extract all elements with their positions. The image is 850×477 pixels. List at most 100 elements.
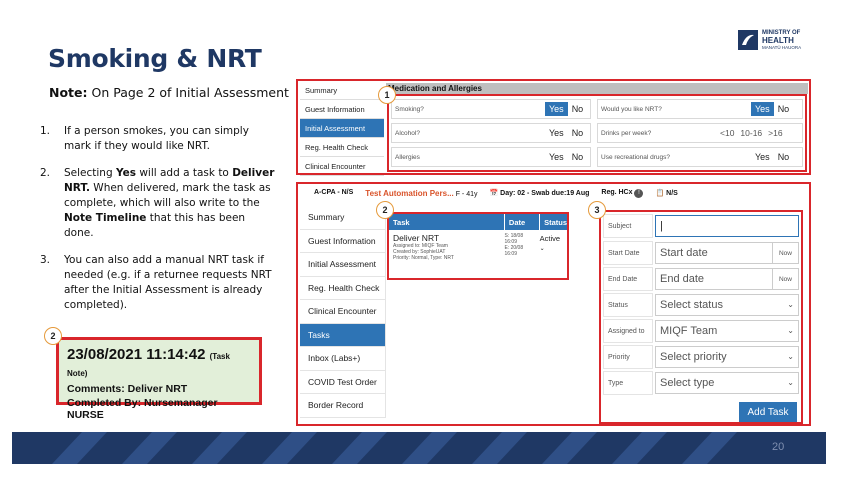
instruction-item: 2. Selecting Yes will add a task to Deliv… (40, 166, 276, 241)
initial-assessment-panel: Summary Guest Information Initial Assessme… (296, 79, 811, 176)
start-date-placeholder: Start date (660, 247, 708, 259)
no-button[interactable]: No (568, 126, 588, 140)
col-status[interactable]: Status (539, 214, 567, 230)
tasks-table-header: Task Date Status (389, 214, 567, 230)
instruction-text-part: Selecting (64, 167, 116, 179)
day-info: 📅 Day: 02 - Swab due:19 Aug (490, 189, 590, 198)
priority-row: Priority Select priority ⌄ (603, 345, 799, 369)
callout-badge-1: 1 (378, 86, 396, 104)
patient-name-text: Test Automation Pers... (365, 189, 454, 198)
top-nav-item[interactable]: Clinical Encounter (300, 157, 384, 176)
yes-button[interactable]: Yes (751, 102, 774, 116)
bottom-nav-item[interactable]: Reg. Health Check (300, 276, 386, 300)
bottom-nav-item[interactable]: Initial Assessment (300, 253, 386, 277)
patient-info: F - 41y (455, 191, 478, 198)
option-group: <10 10-16 >16 (717, 123, 786, 143)
col-task[interactable]: Task (389, 214, 504, 230)
status-dropdown[interactable]: Active ⌄ (540, 230, 567, 276)
bottom-nav-item[interactable]: COVID Test Order (300, 370, 386, 394)
bottom-nav-item[interactable]: Guest Information (300, 229, 386, 253)
type-select-value: Select type (660, 377, 715, 389)
instruction-number: 3. (40, 254, 51, 266)
task-note-box: 23/08/2021 11:14:42 (Task Note) Comments… (56, 337, 262, 421)
patient-id: A-CPA - N/S (314, 189, 354, 196)
end-time-text: 16:09 (504, 251, 517, 257)
instruction-text-part: When delivered, mark the task as complet… (64, 182, 271, 209)
top-nav-item[interactable]: Initial Assessment (300, 119, 384, 138)
bottom-nav-item[interactable]: Border Record (300, 394, 386, 418)
start-now-button[interactable]: Now (772, 243, 798, 263)
instruction-text: If a person smokes, you can simply mark … (64, 124, 276, 154)
chevron-down-icon: ⌄ (787, 326, 794, 335)
fern-logo-icon (738, 30, 758, 50)
section-title: Medication and Allergies (386, 83, 808, 94)
yes-button[interactable]: Yes (545, 150, 568, 164)
option-button[interactable]: 10-16 (737, 128, 765, 138)
day-text: Day: 02 - Swab due:19 Aug (500, 190, 590, 197)
priority-select[interactable]: Select priority ⌄ (655, 346, 799, 368)
assigned-select[interactable]: MIQF Team ⌄ (655, 320, 799, 342)
logo-line3: MANATŪ HAUORA (762, 44, 802, 50)
instruction-text-part: will add a task to (135, 167, 233, 179)
type-row: Type Select type ⌄ (603, 371, 799, 395)
instruction-text-part: Note Timeline (64, 212, 147, 224)
bottom-nav-item[interactable]: Clinical Encounter (300, 300, 386, 324)
tasks-table: Task Date Status Deliver NRT Assigned to… (387, 212, 569, 280)
question-row: Smoking? Yes No Would you like NRT? Yes No (391, 99, 803, 119)
start-date-input[interactable]: Start date Now (655, 242, 799, 264)
instruction-text-part: You can also add a manual NRT task if ne… (64, 254, 272, 311)
type-select[interactable]: Select type ⌄ (655, 372, 799, 394)
status-select-value: Select status (660, 299, 723, 311)
instruction-item: 1. If a person smokes, you can simply mar… (40, 124, 276, 154)
bottom-nav-item[interactable]: Summary (300, 206, 386, 230)
slide-title: Smoking & NRT (48, 44, 262, 73)
question-label: Smoking? (395, 105, 424, 113)
yes-no-toggle: Yes No (751, 147, 793, 167)
bottom-nav-item[interactable]: Inbox (Labs+) (300, 347, 386, 371)
end-now-button[interactable]: Now (772, 269, 798, 289)
instruction-text: You can also add a manual NRT task if ne… (64, 253, 276, 313)
note-text: On Page 2 of Initial Assessment (87, 85, 289, 100)
start-date-label: Start Date (603, 241, 653, 265)
end-date-placeholder: End date (660, 273, 705, 285)
end-date-input[interactable]: End date Now (655, 268, 799, 290)
tasks-panel: A-CPA - N/S Test Automation Pers... F - … (296, 182, 811, 426)
priority-label: Priority (603, 345, 653, 369)
task-note-comments: Comments: Deliver NRT (67, 383, 188, 395)
no-button[interactable]: No (568, 102, 588, 116)
status-select[interactable]: Select status ⌄ (655, 294, 799, 316)
top-nav-item[interactable]: Summary (300, 81, 384, 100)
assigned-row: Assigned to MIQF Team ⌄ (603, 319, 799, 343)
subject-input[interactable]: | (655, 215, 799, 237)
chevron-down-icon: ⌄ (787, 378, 794, 387)
col-date[interactable]: Date (503, 214, 539, 230)
yes-button[interactable]: Yes (751, 150, 774, 164)
instruction-item: 3. You can also add a manual NRT task if … (40, 253, 276, 313)
ns-text: N/S (666, 190, 678, 197)
table-row[interactable]: Deliver NRT Assigned to: MIQF Team Creat… (389, 230, 567, 276)
yes-button[interactable]: Yes (545, 102, 568, 116)
top-nav-item[interactable]: Reg. Health Check (300, 138, 384, 157)
callout-badge-2: 2 (44, 327, 62, 345)
yes-button[interactable]: Yes (545, 126, 568, 140)
no-button[interactable]: No (774, 150, 794, 164)
add-task-button[interactable]: Add Task (739, 402, 797, 422)
option-button[interactable]: <10 (717, 128, 737, 138)
no-button[interactable]: No (568, 150, 588, 164)
yes-no-toggle: Yes No (751, 99, 793, 119)
instruction-text-part: If a person smokes, you can simply mark … (64, 125, 249, 152)
task-priority: Priority: Normal, Type: NRT (393, 255, 454, 261)
callout-badge-3: 3 (588, 201, 606, 219)
status-label: Status (603, 293, 653, 317)
no-button[interactable]: No (774, 102, 794, 116)
status-text: Active (539, 234, 561, 243)
add-task-form: Subject | Start Date Start date Now End D… (599, 210, 803, 424)
question-label: Allergies (395, 153, 420, 161)
top-sidebar-nav: Summary Guest Information Initial Assessme… (300, 81, 384, 176)
patient-name[interactable]: Test Automation Pers... F - 41y (365, 189, 477, 198)
bottom-nav-item[interactable]: Tasks (300, 323, 386, 347)
question-row: Allergies Yes No Use recreational drugs? Yes… (391, 147, 803, 167)
top-nav-item[interactable]: Guest Information (300, 100, 384, 119)
patient-header-bar: A-CPA - N/S Test Automation Pers... F - … (314, 189, 678, 198)
option-button[interactable]: >16 (765, 128, 785, 138)
